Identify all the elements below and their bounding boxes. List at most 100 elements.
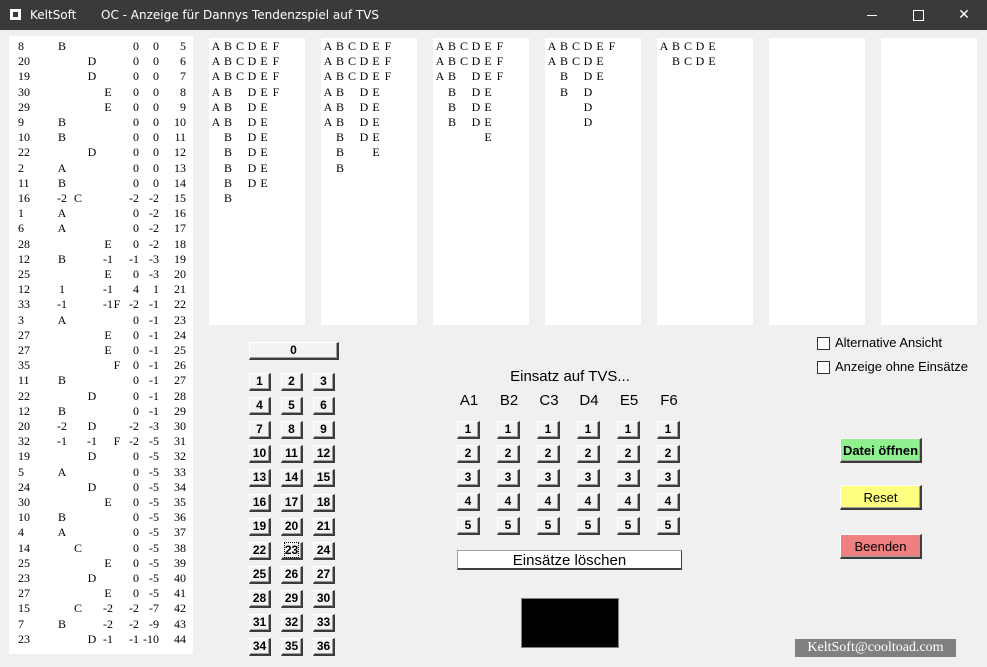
maximize-button[interactable] bbox=[895, 0, 941, 30]
list-cell: 21 bbox=[174, 282, 186, 297]
list-cell: 1 bbox=[18, 206, 24, 221]
bet-button-d4-1[interactable]: 1 bbox=[577, 421, 600, 439]
number-button-32[interactable]: 32 bbox=[281, 614, 303, 632]
bet-button-f6-3[interactable]: 3 bbox=[657, 469, 680, 487]
number-button-27[interactable]: 27 bbox=[313, 565, 335, 584]
list-cell: -1 bbox=[149, 343, 159, 357]
bet-button-d4-2[interactable]: 2 bbox=[577, 445, 600, 463]
list-cell: -3 bbox=[149, 267, 159, 281]
bet-button-e5-4[interactable]: 4 bbox=[617, 493, 640, 511]
spin-history-list[interactable]: 8 B 0 0 5 20 D 0 0 6 19 D 0 0 7 30 E 0 0 8 29 E 0 0 9 9 B 0 0 10 10 B 0 0… bbox=[9, 36, 193, 654]
reset-button[interactable]: Reset bbox=[840, 485, 922, 510]
close-button[interactable]: ✕ bbox=[941, 0, 987, 30]
number-button-25[interactable]: 25 bbox=[249, 565, 271, 584]
quit-button[interactable]: Beenden bbox=[840, 534, 922, 559]
list-cell: 9 bbox=[18, 115, 24, 129]
number-button-19[interactable]: 19 bbox=[249, 517, 271, 536]
bet-button-e5-2[interactable]: 2 bbox=[617, 445, 640, 463]
bet-button-b2-2[interactable]: 2 bbox=[497, 445, 520, 463]
number-button-6[interactable]: 6 bbox=[313, 397, 335, 416]
number-button-16[interactable]: 16 bbox=[249, 493, 271, 512]
number-button-22[interactable]: 22 bbox=[249, 541, 271, 560]
number-label: 31 bbox=[252, 615, 267, 629]
list-item: 27 E 0 -1 25 bbox=[9, 342, 193, 357]
bet-button-f6-1[interactable]: 1 bbox=[657, 421, 680, 439]
bet-button-a1-2[interactable]: 2 bbox=[457, 445, 480, 463]
tendency-letter: D bbox=[247, 175, 257, 190]
bet-button-c3-1[interactable]: 1 bbox=[537, 421, 560, 439]
bet-button-b2-5[interactable]: 5 bbox=[497, 517, 520, 535]
bet-button-a1-1[interactable]: 1 bbox=[457, 421, 480, 439]
bet-button-b2-4[interactable]: 4 bbox=[497, 493, 520, 511]
number-button-20[interactable]: 20 bbox=[281, 517, 303, 536]
bet-button-d4-5[interactable]: 5 bbox=[577, 517, 600, 535]
bet-button-c3-3[interactable]: 3 bbox=[537, 469, 560, 487]
number-button-31[interactable]: 31 bbox=[249, 614, 271, 632]
number-button-35[interactable]: 35 bbox=[281, 638, 303, 657]
checkbox-box[interactable] bbox=[817, 337, 830, 350]
open-file-button[interactable]: Datei öffnen bbox=[840, 438, 922, 463]
list-cell: 0 bbox=[133, 403, 139, 418]
bet-button-b2-3[interactable]: 3 bbox=[497, 469, 520, 487]
number-button-30[interactable]: 30 bbox=[313, 589, 335, 608]
bet-button-e5-5[interactable]: 5 bbox=[617, 517, 640, 535]
number-button-26[interactable]: 26 bbox=[281, 565, 303, 584]
list-cell: B bbox=[57, 130, 66, 145]
bet-button-e5-3[interactable]: 3 bbox=[617, 469, 640, 487]
number-button-11[interactable]: 11 bbox=[281, 445, 303, 464]
number-button-23[interactable]: 23 bbox=[281, 541, 303, 560]
bet-button-a1-3[interactable]: 3 bbox=[457, 469, 480, 487]
number-button-2[interactable]: 2 bbox=[281, 373, 303, 391]
bet-button-f6-5[interactable]: 5 bbox=[657, 517, 680, 535]
number-button-28[interactable]: 28 bbox=[249, 589, 271, 608]
number-button-18[interactable]: 18 bbox=[313, 493, 335, 512]
number-button-21[interactable]: 21 bbox=[313, 517, 335, 536]
number-button-34[interactable]: 34 bbox=[249, 638, 271, 657]
list-cell: 23 bbox=[18, 631, 30, 646]
number-button-5[interactable]: 5 bbox=[281, 397, 303, 416]
number-button-0[interactable]: 0 bbox=[249, 342, 339, 360]
number-button-13[interactable]: 13 bbox=[249, 469, 271, 488]
number-button-4[interactable]: 4 bbox=[249, 397, 271, 416]
app-icon bbox=[10, 9, 21, 20]
number-button-1[interactable]: 1 bbox=[249, 373, 271, 391]
list-cell: 12 bbox=[174, 145, 186, 160]
list-cell: 0 bbox=[133, 373, 139, 388]
bet-button-c3-2[interactable]: 2 bbox=[537, 445, 560, 463]
number-button-10[interactable]: 10 bbox=[249, 445, 271, 464]
bet-button-a1-5[interactable]: 5 bbox=[457, 517, 480, 535]
number-button-17[interactable]: 17 bbox=[281, 493, 303, 512]
number-button-29[interactable]: 29 bbox=[281, 589, 303, 608]
tendency-letter: E bbox=[484, 84, 492, 99]
number-button-3[interactable]: 3 bbox=[313, 373, 335, 391]
alternative-view-label: Alternative Ansicht bbox=[835, 335, 942, 350]
tendency-line: AB DE bbox=[209, 114, 305, 129]
tendency-letter: A bbox=[323, 69, 333, 84]
number-button-14[interactable]: 14 bbox=[281, 469, 303, 488]
number-button-33[interactable]: 33 bbox=[313, 614, 335, 632]
bet-button-f6-4[interactable]: 4 bbox=[657, 493, 680, 511]
number-button-7[interactable]: 7 bbox=[249, 421, 271, 440]
number-button-24[interactable]: 24 bbox=[313, 541, 335, 560]
list-item: 20 D 0 0 6 bbox=[9, 53, 193, 68]
checkbox-box[interactable] bbox=[817, 361, 830, 374]
list-cell: 0 bbox=[133, 343, 139, 357]
tendency-letter: B bbox=[223, 175, 232, 190]
list-cell: C bbox=[73, 191, 82, 205]
bet-button-e5-1[interactable]: 1 bbox=[617, 421, 640, 439]
bet-button-a1-4[interactable]: 4 bbox=[457, 493, 480, 511]
bet-button-b2-1[interactable]: 1 bbox=[497, 421, 520, 439]
number-button-15[interactable]: 15 bbox=[313, 469, 335, 488]
clear-bets-button[interactable]: Einsätze löschen bbox=[457, 550, 682, 570]
bet-button-c3-5[interactable]: 5 bbox=[537, 517, 560, 535]
number-button-8[interactable]: 8 bbox=[281, 421, 303, 440]
bet-button-d4-4[interactable]: 4 bbox=[577, 493, 600, 511]
minimize-button[interactable] bbox=[849, 0, 895, 30]
bet-button-c3-4[interactable]: 4 bbox=[537, 493, 560, 511]
number-button-9[interactable]: 9 bbox=[313, 421, 335, 440]
bet-button-d4-3[interactable]: 3 bbox=[577, 469, 600, 487]
number-button-36[interactable]: 36 bbox=[313, 638, 335, 657]
tendency-letter: B bbox=[335, 84, 344, 99]
number-button-12[interactable]: 12 bbox=[313, 445, 335, 464]
bet-button-f6-2[interactable]: 2 bbox=[657, 445, 680, 463]
